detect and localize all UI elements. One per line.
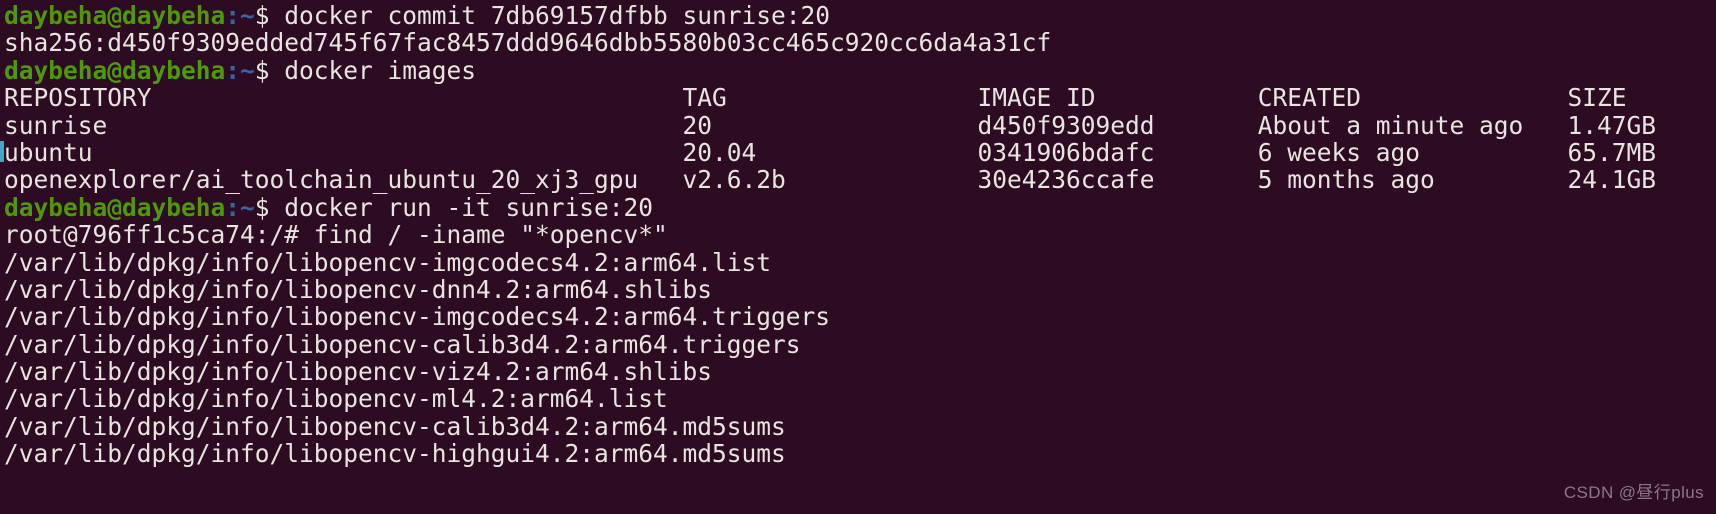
watermark: CSDN @昼行plus xyxy=(1563,482,1704,502)
prompt-symbol: $ xyxy=(254,1,285,30)
find-result-5: /var/lib/dpkg/info/libopencv-ml4.2:arm64… xyxy=(4,384,668,414)
output-sha256: sha256:d450f9309edded745f67fac8457ddd964… xyxy=(4,28,1052,58)
find-result-4: /var/lib/dpkg/info/libopencv-viz4.2:arm6… xyxy=(4,357,713,387)
prompt-user: daybeha@daybeha xyxy=(4,55,226,85)
prompt-symbol: $ xyxy=(254,55,285,85)
list-item: /var/lib/dpkg/info/libopencv-viz4.2:arm6… xyxy=(4,358,1716,385)
find-result-1: /var/lib/dpkg/info/libopencv-dnn4.2:arm6… xyxy=(4,274,713,304)
list-item: /var/lib/dpkg/info/libopencv-imgcodecs4.… xyxy=(4,247,1716,277)
list-item: /var/lib/dpkg/info/libopencv-highgui4.2:… xyxy=(4,440,1716,467)
text-cursor xyxy=(0,141,4,162)
table-row: ubuntu 20.04 0341906bdafc 6 weeks ago 65… xyxy=(4,139,1716,166)
find-result-2: /var/lib/dpkg/info/libopencv-imgcodecs4.… xyxy=(4,302,831,332)
command-docker-commit: docker commit 7db69157dfbb sunrise:20 xyxy=(284,1,831,30)
terminal-line-command-find: root@796ff1c5ca74:/# find / -iname "*ope… xyxy=(4,221,1716,248)
terminal-line-command-run: daybeha@daybeha:~$ docker run -it sunris… xyxy=(4,194,1716,221)
images-table-row-0: sunrise 20 d450f9309edd About a minute a… xyxy=(4,110,1657,140)
images-table-header-text: REPOSITORY TAG IMAGE ID CREATED SIZE xyxy=(4,83,1627,113)
images-table-header: REPOSITORY TAG IMAGE ID CREATED SIZE xyxy=(4,84,1716,111)
terminal-window[interactable]: daybeha@daybeha:~$ docker commit 7db6915… xyxy=(0,0,1716,514)
prompt-symbol: $ xyxy=(254,192,285,222)
images-table-row-1: ubuntu 20.04 0341906bdafc 6 weeks ago 65… xyxy=(4,137,1657,167)
find-result-6: /var/lib/dpkg/info/libopencv-calib3d4.2:… xyxy=(4,411,786,441)
terminal-line-command-images: daybeha@daybeha:~$ docker images xyxy=(4,57,1716,84)
terminal-line-output-sha256: sha256:d450f9309edded745f67fac8457ddd964… xyxy=(4,29,1716,56)
find-result-7: /var/lib/dpkg/info/libopencv-highgui4.2:… xyxy=(4,439,786,469)
find-result-3: /var/lib/dpkg/info/libopencv-calib3d4.2:… xyxy=(4,329,801,359)
table-row: sunrise 20 d450f9309edd About a minute a… xyxy=(4,110,1716,140)
command-docker-images: docker images xyxy=(284,55,477,85)
root-prompt: root@796ff1c5ca74:/# xyxy=(4,220,314,250)
list-item: /var/lib/dpkg/info/libopencv-ml4.2:arm64… xyxy=(4,385,1716,412)
find-result-0: /var/lib/dpkg/info/libopencv-imgcodecs4.… xyxy=(4,247,772,277)
list-item: /var/lib/dpkg/info/libopencv-calib3d4.2:… xyxy=(4,413,1716,440)
images-table-row-2: openexplorer/ai_toolchain_ubuntu_20_xj3_… xyxy=(4,165,1657,195)
prompt-path: :~ xyxy=(225,55,255,85)
table-row: openexplorer/ai_toolchain_ubuntu_20_xj3_… xyxy=(4,166,1716,193)
prompt-user: daybeha@daybeha xyxy=(4,192,226,222)
list-item: /var/lib/dpkg/info/libopencv-dnn4.2:arm6… xyxy=(4,276,1716,303)
list-item: /var/lib/dpkg/info/libopencv-imgcodecs4.… xyxy=(4,303,1716,330)
command-find: find / -iname "*opencv*" xyxy=(313,220,668,250)
prompt-path: :~ xyxy=(225,192,255,222)
prompt-user: daybeha@daybeha xyxy=(4,1,226,30)
prompt-path: :~ xyxy=(225,1,255,30)
command-docker-run: docker run -it sunrise:20 xyxy=(284,192,654,222)
list-item: /var/lib/dpkg/info/libopencv-calib3d4.2:… xyxy=(4,329,1716,359)
terminal-line-command-commit: daybeha@daybeha:~$ docker commit 7db6915… xyxy=(4,2,1716,29)
